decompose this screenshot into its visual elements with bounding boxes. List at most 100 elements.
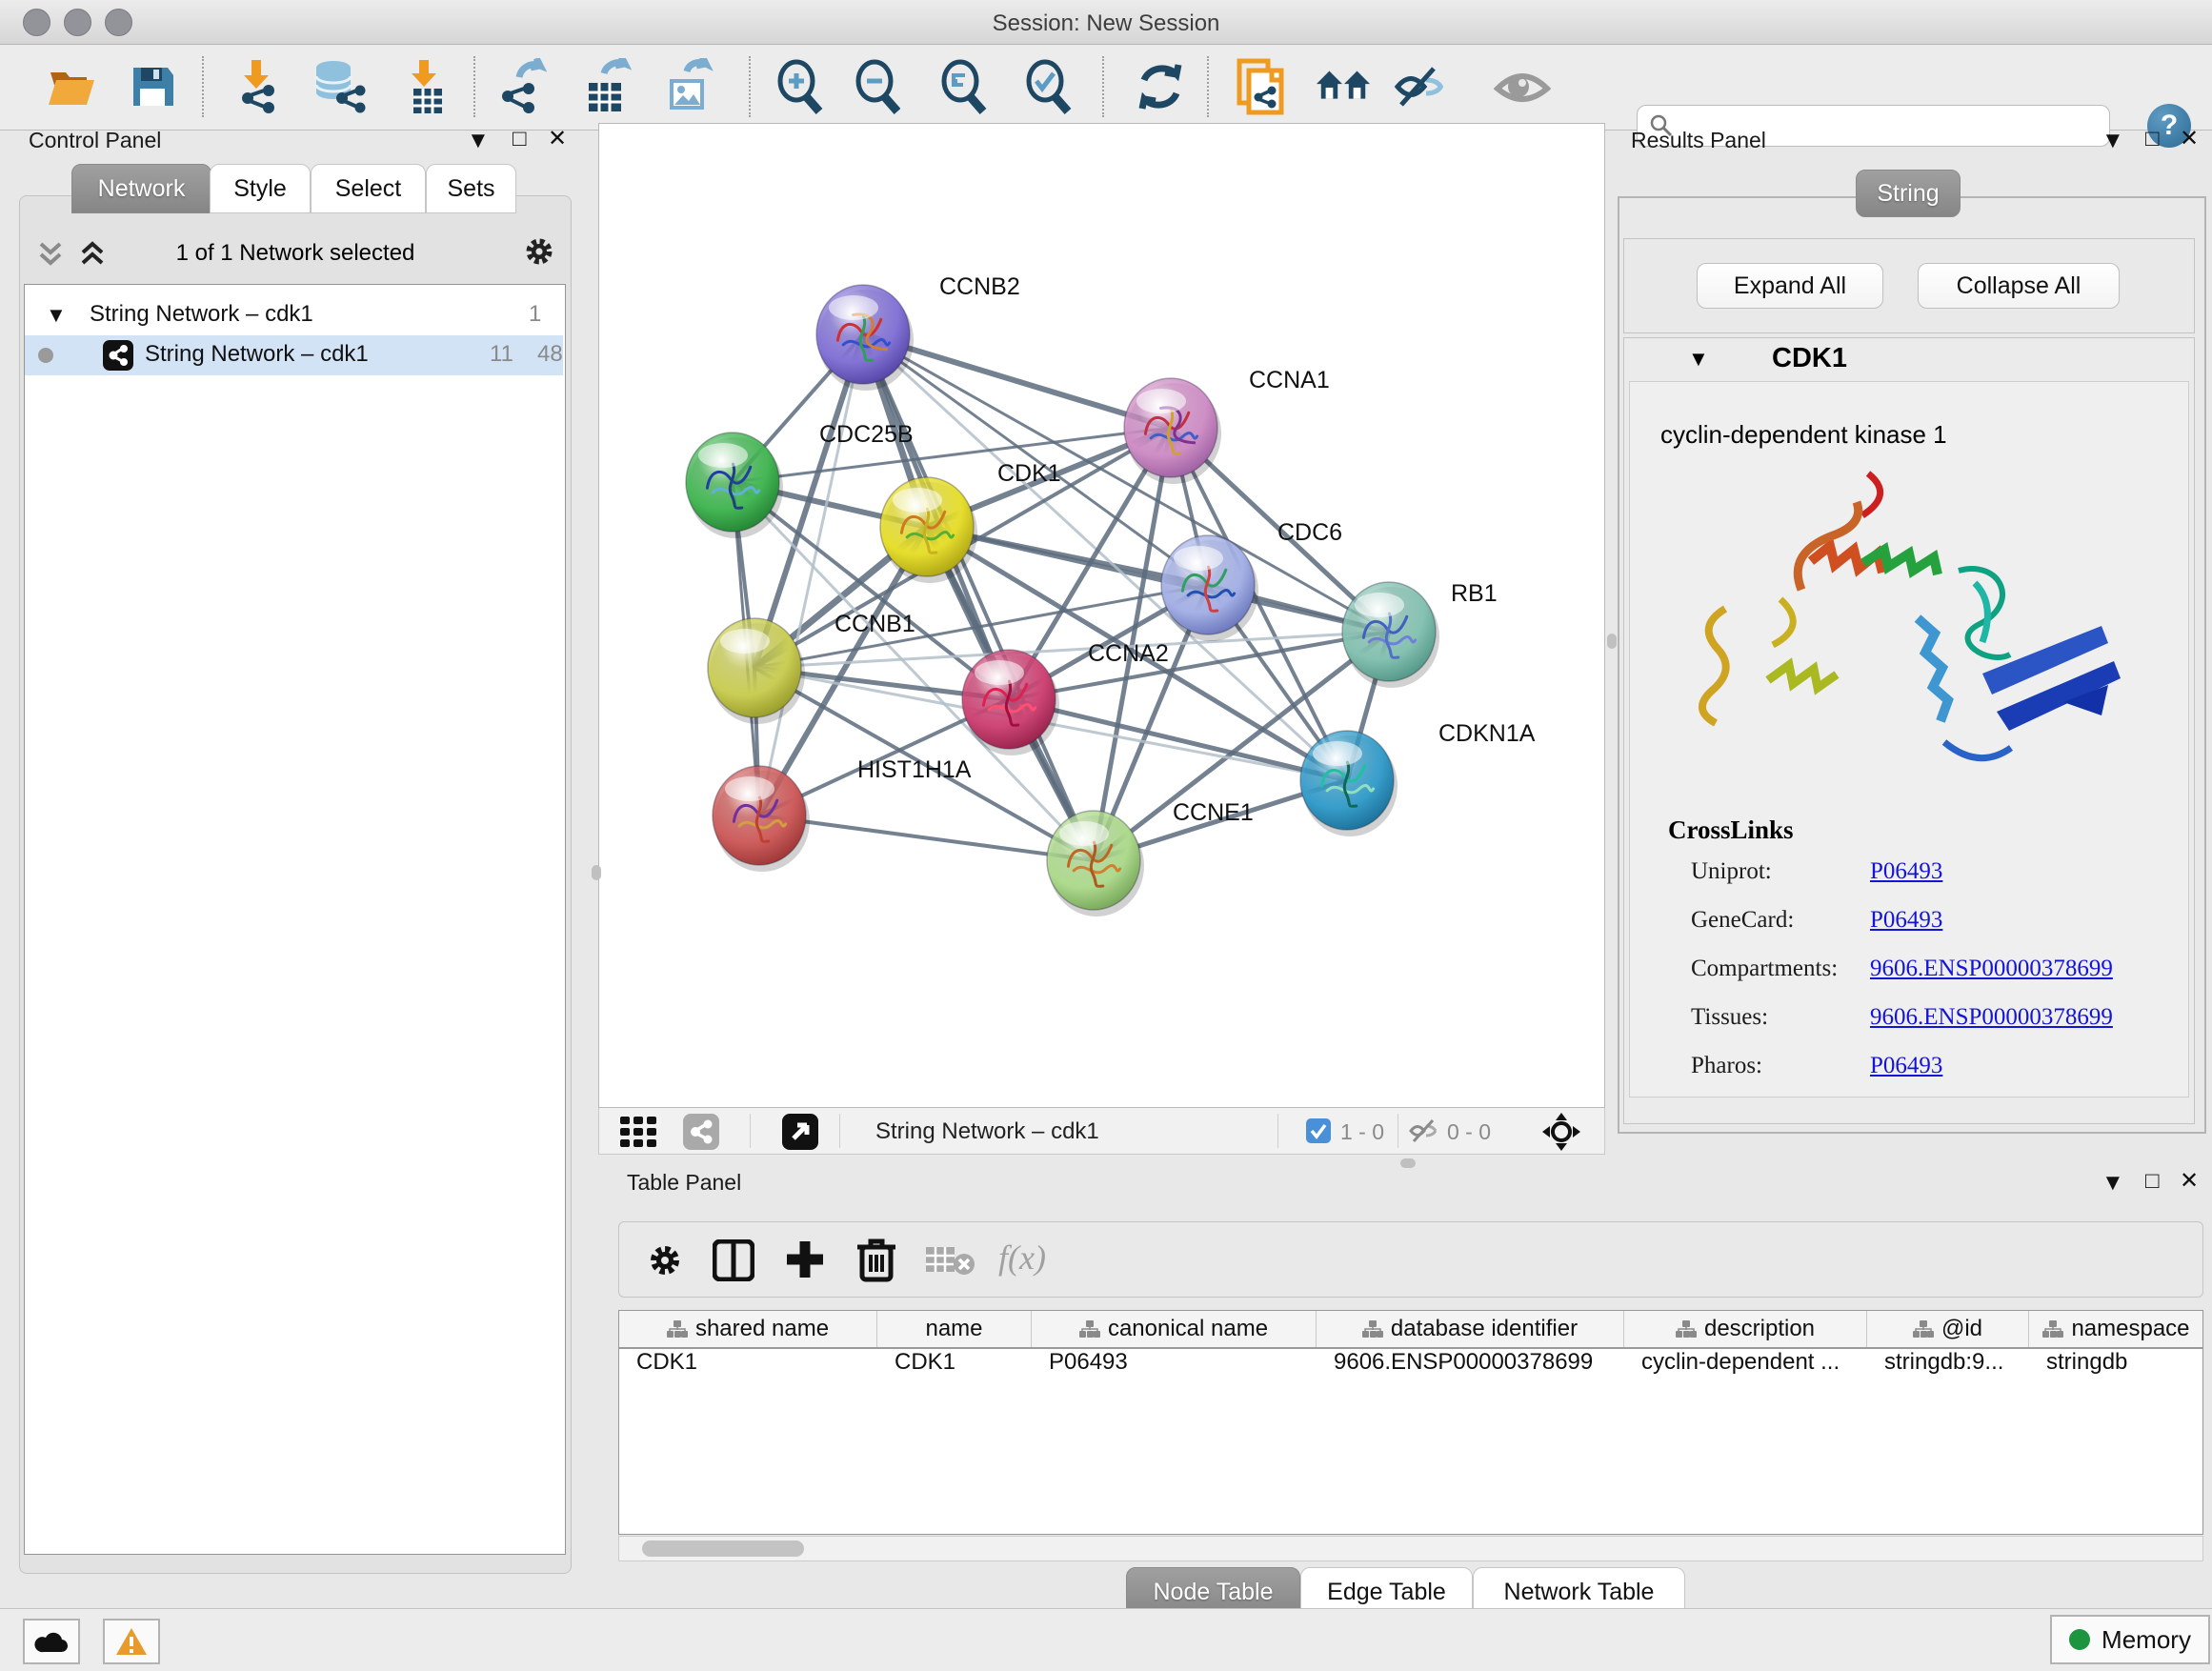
import-network-file-icon[interactable]: [229, 58, 286, 115]
column-header-shared-name[interactable]: shared name: [619, 1311, 877, 1347]
expand-all-networks-icon[interactable]: [78, 238, 107, 275]
zoom-selected-icon[interactable]: [1020, 58, 1077, 115]
column-header-canonical-name[interactable]: canonical name: [1032, 1311, 1317, 1347]
network-node-CCNB1[interactable]: CCNB1: [708, 611, 915, 724]
share-view-icon[interactable]: [683, 1114, 719, 1155]
export-image-icon[interactable]: [657, 58, 714, 115]
import-network-database-icon[interactable]: [310, 58, 367, 115]
memory-button[interactable]: Memory: [2050, 1615, 2210, 1664]
network-node-CDKN1A[interactable]: CDKN1A: [1300, 720, 1536, 836]
open-in-window-icon[interactable]: [782, 1114, 818, 1155]
table-cell[interactable]: CDK1: [636, 1349, 874, 1383]
table-gear-icon[interactable]: [646, 1241, 684, 1284]
tab-select[interactable]: Select: [311, 164, 426, 213]
tab-style[interactable]: Style: [210, 164, 311, 213]
network-edge[interactable]: [759, 334, 863, 815]
zoom-out-icon[interactable]: [850, 58, 907, 115]
function-builder-icon[interactable]: f(x): [998, 1238, 1046, 1278]
results-panel-close-icon[interactable]: ✕: [2180, 130, 2199, 149]
crosslink-value-link[interactable]: P06493: [1870, 1053, 1942, 1079]
clone-network-icon[interactable]: [1232, 58, 1289, 115]
results-panel-collapse-icon[interactable]: ▼: [2101, 131, 2124, 151]
table-panel-collapse-icon[interactable]: ▼: [2101, 1174, 2124, 1193]
warnings-button[interactable]: [103, 1619, 160, 1664]
open-session-icon[interactable]: [43, 58, 100, 115]
crosslink-value-link[interactable]: 9606.ENSP00000378699: [1870, 956, 2113, 982]
delete-table-icon[interactable]: [926, 1243, 975, 1282]
table-cell[interactable]: cyclin-dependent ...: [1641, 1349, 1863, 1383]
table-cell[interactable]: stringdb: [2046, 1349, 2201, 1383]
collapse-all-networks-icon[interactable]: [36, 238, 65, 275]
scrollbar-thumb[interactable]: [642, 1540, 804, 1557]
cloud-button[interactable]: [23, 1619, 80, 1664]
title-bar: Session: New Session: [0, 0, 2212, 45]
network-node-RB1[interactable]: RB1: [1342, 580, 1498, 688]
table-splitter-handle[interactable]: [1400, 1158, 1416, 1168]
export-table-icon[interactable]: [576, 58, 633, 115]
results-panel-float-icon[interactable]: □: [2145, 130, 2160, 149]
birdseye-move-icon[interactable]: [1542, 1113, 1580, 1156]
right-splitter-handle[interactable]: [1607, 634, 1617, 649]
hidden-eye-slash-icon: [1409, 1117, 1439, 1149]
results-tab-string[interactable]: String: [1856, 170, 1961, 217]
memory-label: Memory: [2101, 1625, 2191, 1655]
import-table-file-icon[interactable]: [395, 58, 452, 115]
delete-column-trash-icon[interactable]: [855, 1236, 897, 1288]
network-node-CDK1[interactable]: CDK1: [880, 460, 1061, 583]
crosslink-value-link[interactable]: P06493: [1870, 907, 1942, 934]
section-collapse-icon[interactable]: ▼: [1688, 347, 1709, 372]
grid-view-icon[interactable]: [620, 1117, 662, 1152]
control-panel-collapse-icon[interactable]: ▼: [467, 131, 490, 151]
network-node-CCNA2[interactable]: CCNA2: [962, 640, 1169, 755]
expand-all-button[interactable]: Expand All: [1697, 263, 1883, 309]
column-header-description[interactable]: description: [1624, 1311, 1867, 1347]
column-header--id[interactable]: @id: [1867, 1311, 2029, 1347]
crosslink-value-link[interactable]: 9606.ENSP00000378699: [1870, 1004, 2113, 1031]
node-table[interactable]: shared namenamecanonical namedatabase id…: [618, 1310, 2203, 1535]
control-panel-float-icon[interactable]: □: [513, 130, 527, 149]
hide-glasses-icon[interactable]: [1392, 58, 1449, 115]
network-node-HIST1H1A[interactable]: HIST1H1A: [713, 756, 972, 872]
selected-checkbox-icon[interactable]: [1306, 1118, 1331, 1148]
zoom-in-icon[interactable]: [772, 58, 829, 115]
current-network-dot-icon: [38, 348, 53, 363]
tree-network-edge-count: 48: [537, 341, 563, 368]
network-canvas[interactable]: CCNB2 CCNA1 CDC25B CDK1 CDC6 RB1 CCNB1 C…: [598, 123, 1605, 1108]
stringify-houses-icon[interactable]: [1315, 58, 1372, 115]
collapse-all-button[interactable]: Collapse All: [1918, 263, 2120, 309]
table-panel-close-icon[interactable]: ✕: [2180, 1172, 2199, 1191]
toolbar-separator: [202, 56, 204, 117]
save-session-icon[interactable]: [124, 58, 181, 115]
preview-eye-icon[interactable]: [1494, 58, 1551, 115]
tab-network[interactable]: Network: [71, 164, 211, 213]
table-cell[interactable]: 9606.ENSP00000378699: [1334, 1349, 1620, 1383]
network-view-toolbar: String Network – cdk1 1 - 0 0 - 0: [598, 1108, 1605, 1155]
column-header-database-identifier[interactable]: database identifier: [1317, 1311, 1624, 1347]
apply-layout-icon[interactable]: [1132, 58, 1189, 115]
table-cell[interactable]: stringdb:9...: [1884, 1349, 2025, 1383]
network-node-CDC6[interactable]: CDC6: [1161, 519, 1342, 641]
table-cell[interactable]: CDK1: [895, 1349, 1028, 1383]
left-splitter-handle[interactable]: [592, 865, 601, 880]
network-options-gear-icon[interactable]: [522, 234, 556, 273]
column-header-name[interactable]: name: [877, 1311, 1032, 1347]
show-columns-icon[interactable]: [713, 1239, 754, 1286]
table-horizontal-scrollbar[interactable]: [618, 1536, 2203, 1561]
zoom-fit-icon[interactable]: [935, 58, 993, 115]
network-node-CCNA1[interactable]: CCNA1: [1124, 367, 1330, 484]
cloud-icon: [34, 1629, 69, 1654]
tab-sets[interactable]: Sets: [426, 164, 516, 213]
control-panel-close-icon[interactable]: ✕: [548, 130, 567, 149]
selected-count: 1 - 0: [1340, 1119, 1384, 1145]
export-network-icon[interactable]: [493, 58, 551, 115]
table-panel-float-icon[interactable]: □: [2145, 1172, 2160, 1191]
tree-root-label[interactable]: String Network – cdk1: [90, 301, 313, 328]
crosslink-label: Tissues:: [1691, 1004, 1768, 1031]
table-cell[interactable]: P06493: [1049, 1349, 1313, 1383]
add-column-icon[interactable]: [783, 1238, 827, 1286]
crosslink-value-link[interactable]: P06493: [1870, 858, 1942, 885]
node-label: CCNA1: [1249, 367, 1330, 393]
column-header-namespace[interactable]: namespace: [2029, 1311, 2203, 1347]
tree-network-row-selected[interactable]: String Network – cdk1 11 48: [25, 335, 563, 375]
tree-root-expander-icon[interactable]: ▼: [46, 303, 67, 328]
